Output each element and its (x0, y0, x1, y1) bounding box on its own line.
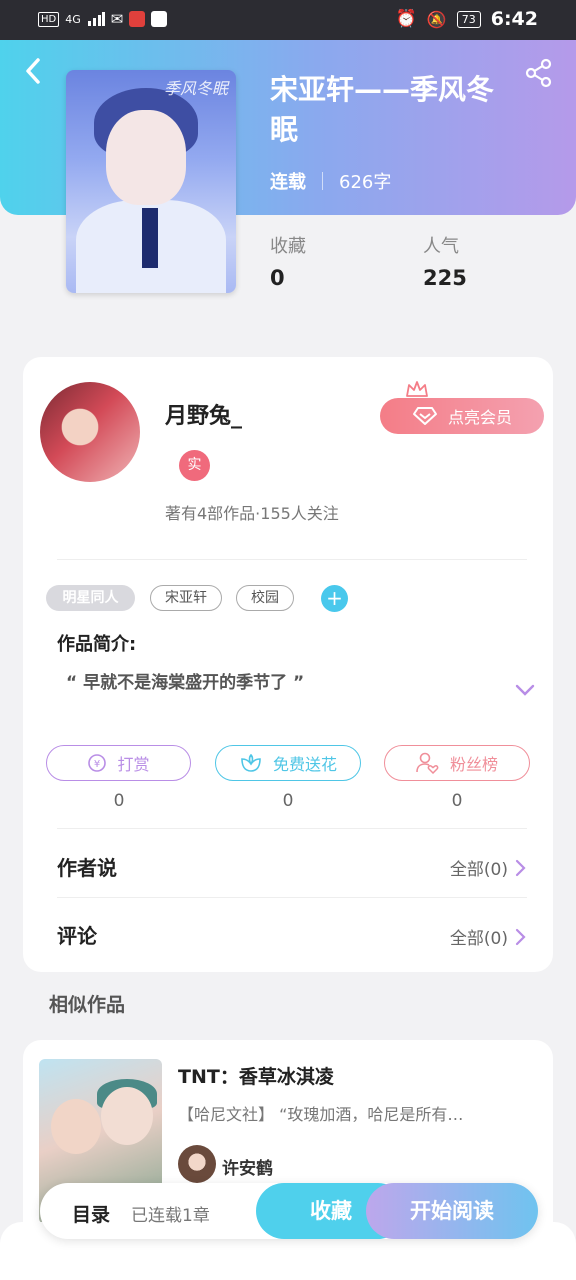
book-title: 宋亚轩——季风冬眠 (270, 73, 495, 146)
fan-ranking-button[interactable]: 粉丝榜 (384, 745, 530, 781)
app-red-icon (129, 11, 146, 27)
table-of-contents-button[interactable]: 目录 (72, 1200, 110, 1227)
author-says-all-link[interactable]: 全部(0) (450, 855, 526, 880)
book-meta: 连载 626字 (270, 168, 391, 194)
similar-cover-figure (101, 1087, 153, 1145)
similar-cover-figure (51, 1099, 101, 1154)
comments-title: 评论 (57, 924, 97, 948)
fan-count: 0 (451, 791, 463, 811)
similar-work-title[interactable]: TNT：香草冰淇凌 (178, 1062, 334, 1089)
send-flower-button[interactable]: 免费送花 (215, 745, 361, 781)
vip-button-label: 点亮会员 (447, 408, 512, 427)
status-left: HD 4G ✉ (38, 10, 168, 28)
svg-text:¥: ¥ (94, 759, 100, 770)
chevron-right-icon (515, 928, 526, 945)
hd-indicator: HD (38, 11, 60, 27)
divider (57, 897, 527, 898)
user-heart-icon (416, 752, 439, 774)
tag-star-fanfic[interactable]: 明星同人 (46, 585, 135, 611)
similar-work-desc: 【哈尼文社】 “玫瑰加酒，哈尼是所有… (178, 1105, 464, 1124)
yen-coin-icon: ¥ (88, 754, 107, 772)
crown-icon (406, 381, 428, 397)
cover-title: 季风冬眠 (163, 79, 228, 98)
mute-bell-icon: 🔕 (426, 9, 447, 29)
status-bar: HD 4G ✉ ⏰ 🔕 73 6:42 (0, 0, 576, 40)
network-indicator: 4G (65, 12, 81, 26)
author-stats: 著有4部作品·155人关注 (165, 504, 339, 523)
verified-badge: 实 (179, 450, 210, 481)
flower-icon (241, 753, 261, 772)
intro-heading: 作品简介: (57, 634, 137, 655)
app-cat-icon (151, 11, 168, 27)
popularity-label: 人气 (423, 236, 459, 257)
author-name[interactable]: 月野兔_ (165, 398, 242, 430)
flower-count: 0 (282, 791, 294, 811)
add-tag-button[interactable]: + (321, 585, 348, 612)
chapter-count: 已连载1章 (131, 1206, 210, 1226)
diamond-icon (412, 407, 437, 425)
clock: 6:42 (490, 8, 538, 30)
intro-text: “ 早就不是海棠盛开的季节了 ” (66, 673, 305, 693)
favorites-label: 收藏 (270, 236, 306, 257)
author-avatar[interactable] (40, 382, 140, 482)
word-count: 626字 (339, 172, 392, 193)
tag-song-yaxuan[interactable]: 宋亚轩 (150, 585, 222, 611)
author-says-count: 全部(0) (449, 860, 508, 880)
book-status: 连载 (270, 172, 306, 193)
tip-button[interactable]: ¥ 打赏 (46, 745, 191, 781)
chevron-down-icon (515, 684, 535, 696)
send-flower-label: 免费送花 (272, 755, 337, 774)
meta-separator (322, 172, 323, 190)
battery-indicator: 73 (456, 10, 481, 28)
tip-count: 0 (113, 791, 125, 811)
alarm-icon: ⏰ (395, 9, 417, 29)
comments-all-link[interactable]: 全部(0) (450, 924, 526, 949)
divider (57, 559, 527, 560)
status-right: ⏰ 🔕 73 6:42 (396, 8, 538, 30)
fan-ranking-label: 粉丝榜 (449, 755, 498, 774)
divider (57, 828, 527, 829)
expand-intro-button[interactable] (514, 682, 536, 701)
similar-author-name: 许安鹤 (222, 1159, 273, 1179)
cover-figure-tie (142, 208, 158, 268)
cover-figure-face (106, 110, 186, 205)
share-button[interactable] (524, 58, 554, 92)
book-cover[interactable]: 季风冬眠 (66, 70, 236, 293)
chevron-right-icon (515, 859, 526, 876)
author-says-title: 作者说 (57, 856, 117, 880)
popularity-value: 225 (423, 266, 467, 290)
similar-works-heading: 相似作品 (49, 994, 126, 1016)
tag-campus[interactable]: 校园 (236, 585, 294, 611)
share-icon (525, 58, 552, 88)
vip-button[interactable]: 点亮会员 (380, 398, 544, 434)
comments-count: 全部(0) (449, 929, 508, 949)
tip-label: 打赏 (117, 755, 150, 774)
signal-icon (87, 12, 105, 26)
start-reading-button[interactable]: 开始阅读 (366, 1183, 538, 1239)
back-button[interactable] (22, 56, 44, 94)
wechat-icon: ✉ (110, 10, 124, 28)
similar-author-avatar (178, 1145, 216, 1183)
favorites-value: 0 (270, 266, 285, 290)
chevron-left-icon (26, 58, 40, 84)
